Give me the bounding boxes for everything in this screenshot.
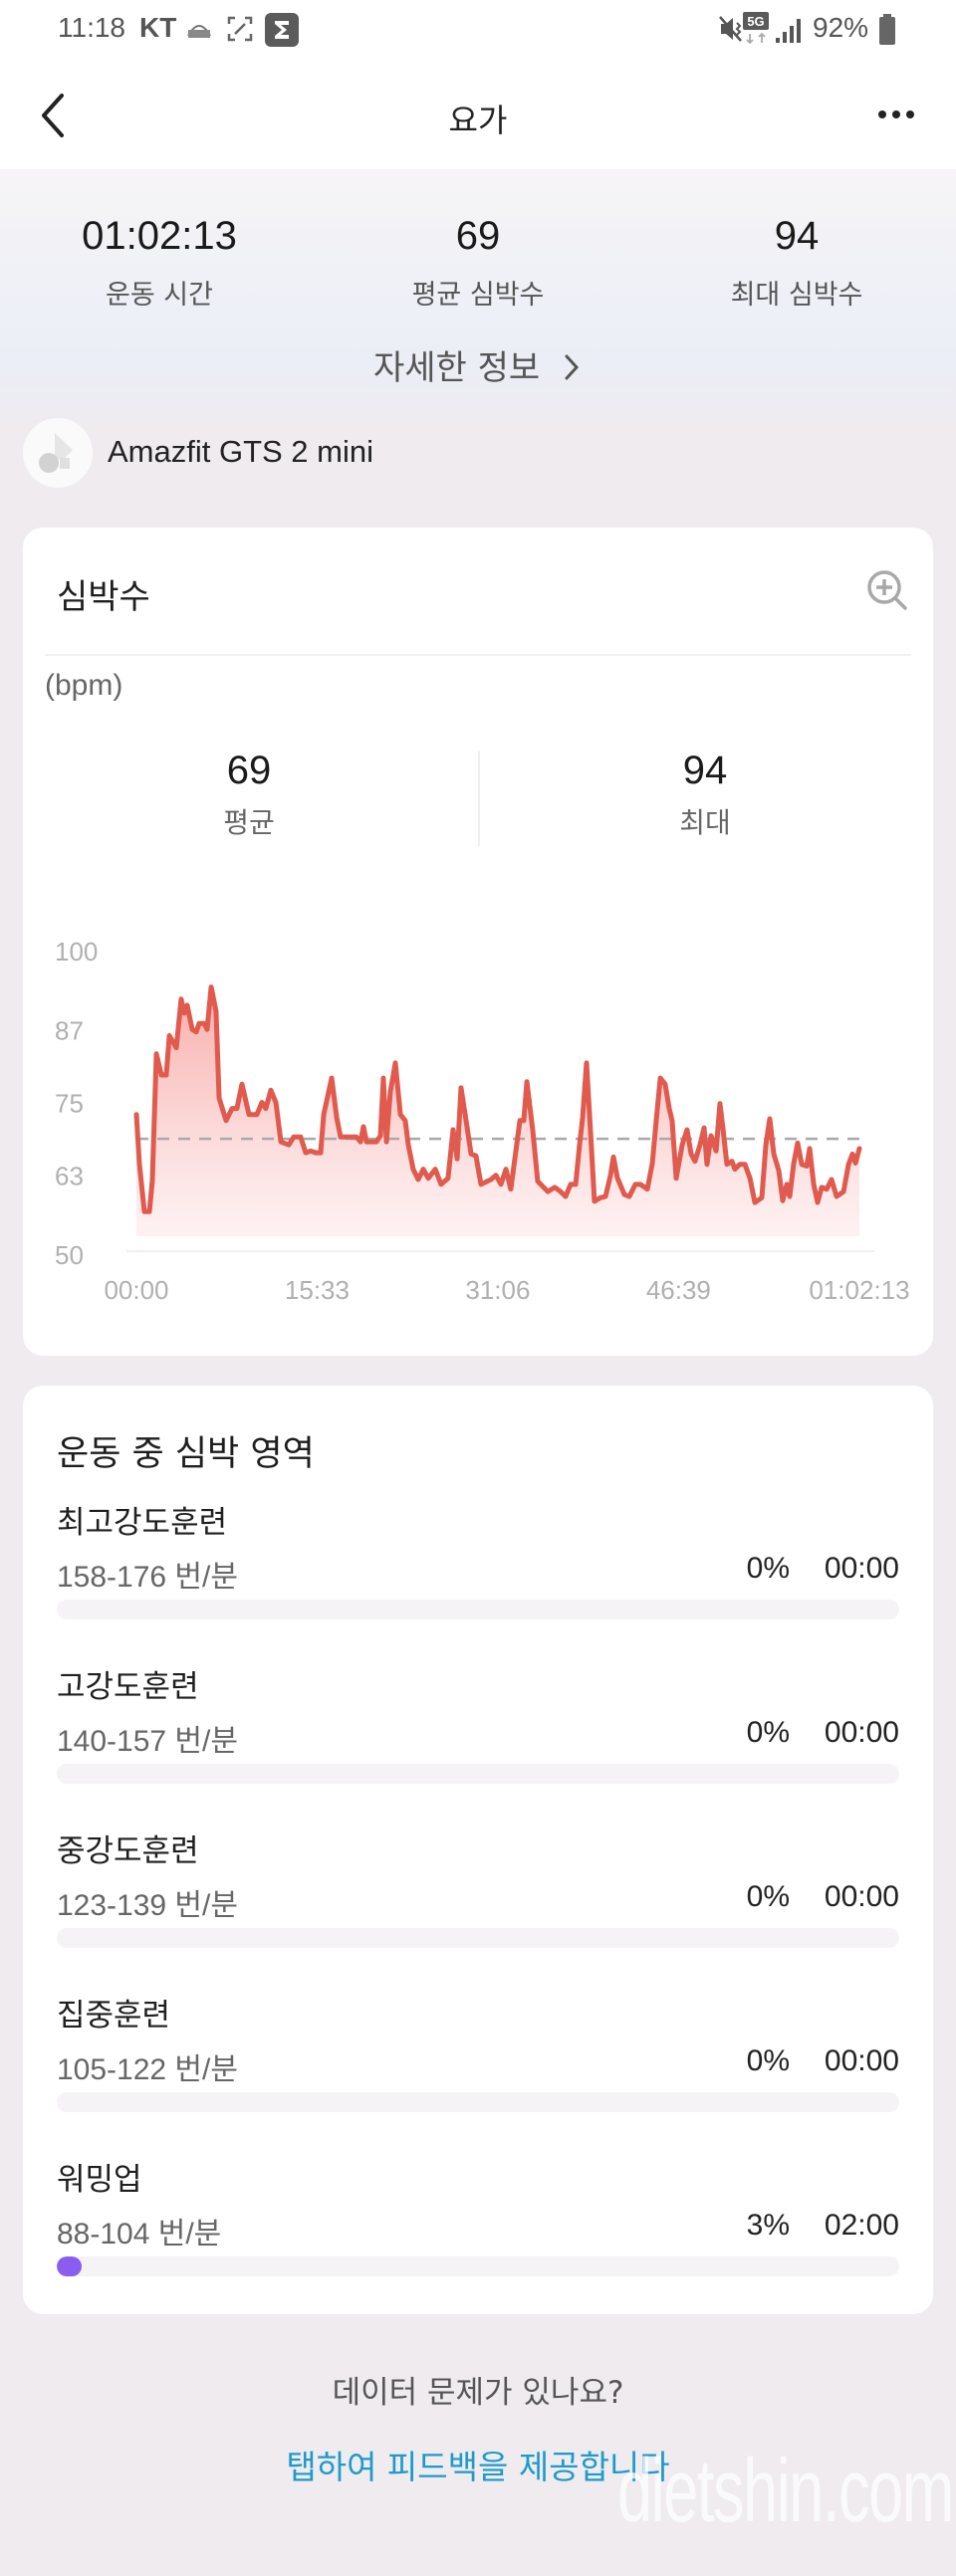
details-link[interactable]: 자세한 정보 <box>0 340 956 389</box>
bpm-unit-label: (bpm) <box>45 669 123 702</box>
5g-icon: 5G <box>743 12 769 46</box>
y-tick-label: 63 <box>55 1162 84 1191</box>
status-bar: 11:18 KT 5G 92% <box>0 0 956 60</box>
x-tick-label: 01:02:13 <box>809 1275 909 1305</box>
zone-percent: 0% <box>746 1552 790 1585</box>
summary-label: 운동 시간 <box>106 280 213 311</box>
zone-progress-bar <box>57 1600 899 1619</box>
heart-rate-area <box>136 986 859 1236</box>
stat-average: 69 평균 <box>100 749 398 841</box>
x-tick-label: 15:33 <box>285 1275 350 1305</box>
y-tick-label: 100 <box>55 937 98 966</box>
stat-label: 평균 <box>223 806 275 839</box>
zone-time: 00:00 <box>824 1716 899 1749</box>
zone-percent: 0% <box>746 1716 790 1749</box>
more-horizontal-icon <box>878 110 914 118</box>
battery-percent: 92% <box>813 12 869 43</box>
svg-text:5G: 5G <box>747 14 764 29</box>
zone-item: 고강도훈련 140-157 번/분 0% 00:00 <box>57 1661 899 1791</box>
zone-range: 88-104 번/분 <box>57 2218 222 2251</box>
zoom-button[interactable] <box>864 567 910 613</box>
heart-rate-chart: 100 87 75 63 50 00:00 15:33 31:06 46:39 01:02:13 <box>55 937 910 1305</box>
chevron-right-icon <box>565 354 580 380</box>
zone-range: 123-139 번/분 <box>57 1889 238 1922</box>
zone-range: 105-122 번/분 <box>57 2053 238 2086</box>
screenshot-icon <box>227 16 253 42</box>
zone-time: 02:00 <box>824 2209 899 2242</box>
heart-rate-zones-card: 운동 중 심박 영역 최고강도훈련 158-176 번/분 0% 00:00 고… <box>23 1386 933 2314</box>
zone-percent: 0% <box>746 2044 790 2077</box>
heart-rate-title: 심박수 <box>57 577 150 617</box>
summary-label: 최대 심박수 <box>730 280 863 311</box>
zone-range: 140-157 번/분 <box>57 1725 238 1758</box>
heart-rate-card: 심박수 (bpm) 69 평균 94 최대 100 87 75 63 50 00:00 1… <box>23 528 933 1356</box>
status-carrier: KT <box>139 12 177 43</box>
y-tick-label: 87 <box>55 1015 84 1045</box>
summary-value: 01:02:13 <box>82 214 237 258</box>
x-tick-label: 46:39 <box>646 1275 711 1305</box>
zones-title: 운동 중 심박 영역 <box>57 1434 315 1474</box>
device-app-icon <box>23 418 93 488</box>
zone-percent: 3% <box>746 2209 790 2242</box>
zone-name: 중강도훈련 <box>57 1833 199 1869</box>
zone-name: 최고강도훈련 <box>57 1505 228 1541</box>
y-tick-label: 50 <box>55 1240 84 1270</box>
summary-max-hr: 94 최대 심박수 <box>637 214 956 312</box>
app-bar: 요가 <box>0 60 956 169</box>
zone-item: 중강도훈련 123-139 번/분 0% 00:00 <box>57 1825 899 1955</box>
summary-value: 69 <box>455 214 501 258</box>
stat-label: 최대 <box>679 806 731 839</box>
summary-value: 94 <box>774 214 820 258</box>
stat-value: 69 <box>226 749 272 792</box>
zone-time: 00:00 <box>824 1880 899 1913</box>
zone-percent: 0% <box>746 1880 790 1913</box>
zone-time: 00:00 <box>824 2044 899 2077</box>
zone-item: 집중훈련 105-122 번/분 0% 00:00 <box>57 1990 899 2119</box>
summary-label: 평균 심박수 <box>411 280 545 311</box>
zone-progress-bar <box>57 1928 899 1948</box>
stat-max: 94 최대 <box>556 749 854 841</box>
signal-icon <box>775 16 805 44</box>
sigma-app-icon <box>265 13 299 47</box>
stat-divider <box>478 751 480 846</box>
zone-progress-bar <box>57 1764 899 1784</box>
device-name: Amazfit GTS 2 mini <box>108 434 373 469</box>
page-title: 요가 <box>448 102 508 139</box>
stat-value: 94 <box>682 749 728 792</box>
workout-summary: 01:02:13 운동 시간 69 평균 심박수 94 최대 심박수 자세한 정… <box>0 169 956 428</box>
data-issue-question: 데이터 문제가 있나요? <box>332 2375 624 2411</box>
summary-duration: 01:02:13 운동 시간 <box>0 214 319 312</box>
zone-progress-fill <box>57 2256 83 2276</box>
zone-time: 00:00 <box>824 1552 899 1585</box>
x-tick-label: 31:06 <box>465 1275 530 1305</box>
zone-progress-bar <box>57 2256 899 2276</box>
zone-name: 고강도훈련 <box>57 1669 199 1705</box>
zone-item: 최고강도훈련 158-176 번/분 0% 00:00 <box>57 1497 899 1626</box>
dashin-app-icon <box>185 16 213 42</box>
summary-avg-hr: 69 평균 심박수 <box>319 214 637 312</box>
x-tick-label: 00:00 <box>104 1275 168 1305</box>
zone-name: 워밍업 <box>57 2162 142 2198</box>
zone-range: 158-176 번/분 <box>57 1561 238 1594</box>
divider <box>45 654 911 656</box>
status-time: 11:18 <box>58 12 125 43</box>
zone-progress-bar <box>57 2092 899 2112</box>
zone-item: 워밍업 88-104 번/분 3% 02:00 <box>57 2154 899 2283</box>
battery-icon <box>878 14 896 46</box>
watermark: dietshin.com <box>617 2442 954 2541</box>
details-link-label: 자세한 정보 <box>372 348 541 388</box>
y-tick-label: 75 <box>55 1089 84 1119</box>
zoom-in-icon <box>867 570 907 610</box>
more-options-button[interactable] <box>866 90 926 139</box>
mute-vibrate-icon <box>719 15 745 43</box>
zone-name: 집중훈련 <box>57 1998 171 2034</box>
